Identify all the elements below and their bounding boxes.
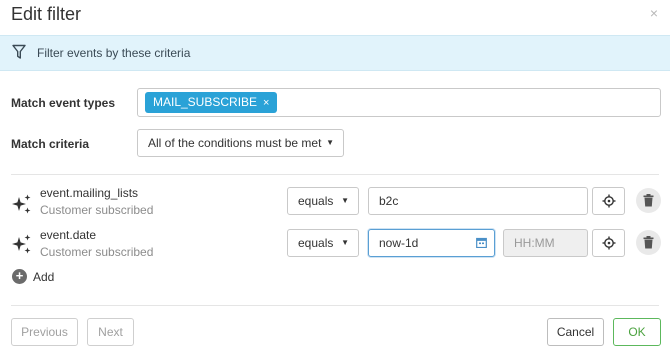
event-types-input[interactable]: MAIL_SUBSCRIBE × — [137, 88, 661, 117]
delete-condition-button[interactable] — [636, 230, 661, 255]
operator-select[interactable]: equals ▼ — [287, 187, 359, 215]
delete-condition-button[interactable] — [636, 188, 661, 213]
close-icon[interactable]: × — [650, 5, 658, 21]
crosshair-icon — [602, 194, 616, 208]
sparkle-icon — [12, 194, 31, 214]
time-input[interactable]: HH:MM — [503, 229, 588, 257]
cancel-button[interactable]: Cancel — [547, 318, 604, 346]
operator-select[interactable]: equals ▼ — [287, 229, 359, 257]
match-event-types-label: Match event types — [11, 96, 116, 110]
match-criteria-label: Match criteria — [11, 137, 90, 151]
divider — [11, 174, 659, 175]
next-button[interactable]: Next — [87, 318, 134, 346]
date-value-input[interactable]: now-1d — [368, 229, 495, 257]
banner-text: Filter events by these criteria — [37, 46, 191, 60]
pick-value-button[interactable] — [592, 229, 625, 257]
previous-button[interactable]: Previous — [11, 318, 78, 346]
calendar-icon[interactable] — [476, 237, 487, 248]
event-type-tag-label: MAIL_SUBSCRIBE — [153, 95, 258, 109]
condition-field-description: Customer subscribed — [40, 203, 154, 217]
condition-field-description: Customer subscribed — [40, 245, 154, 259]
condition-field-name: event.date — [40, 228, 97, 242]
trash-icon — [643, 194, 654, 207]
filter-icon — [12, 44, 26, 59]
ok-button[interactable]: OK — [613, 318, 661, 346]
crosshair-icon — [602, 236, 616, 250]
trash-icon — [643, 236, 654, 249]
caret-down-icon: ▼ — [326, 138, 334, 147]
match-criteria-select[interactable]: All of the conditions must be met ▼ — [137, 129, 344, 157]
dialog-title: Edit filter — [11, 4, 82, 24]
condition-field-name: event.mailing_lists — [40, 186, 139, 200]
date-value-text: now-1d — [379, 236, 419, 250]
remove-tag-icon[interactable]: × — [263, 97, 269, 109]
plus-circle-icon: + — [12, 269, 27, 284]
match-criteria-value: All of the conditions must be met — [148, 136, 322, 150]
add-label: Add — [33, 270, 55, 284]
divider — [11, 305, 659, 306]
event-type-tag: MAIL_SUBSCRIBE × — [145, 92, 278, 113]
caret-down-icon: ▼ — [341, 238, 349, 247]
info-banner: Filter events by these criteria — [0, 35, 670, 71]
sparkle-icon — [12, 234, 31, 254]
operator-value: equals — [298, 194, 334, 208]
operator-value: equals — [298, 236, 334, 250]
edit-filter-dialog: Edit filter × Filter events by these cri… — [0, 0, 670, 356]
caret-down-icon: ▼ — [341, 196, 349, 205]
pick-value-button[interactable] — [592, 187, 625, 215]
condition-value-input[interactable]: b2c — [368, 187, 588, 215]
